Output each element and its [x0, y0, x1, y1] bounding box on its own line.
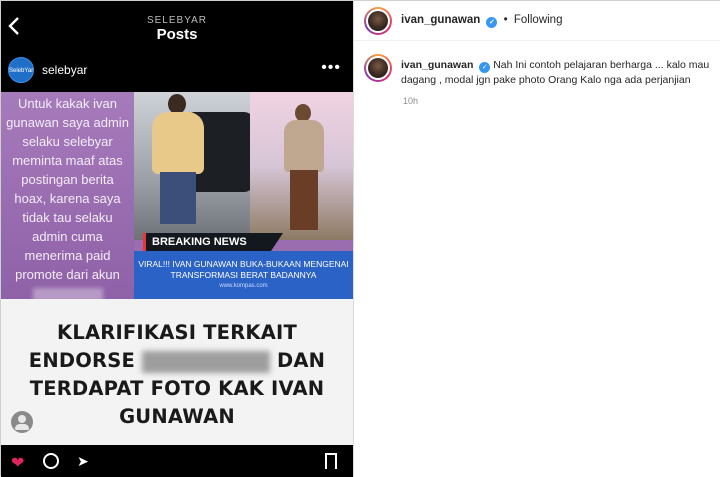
caption: ivan_gunawan ✓ Nah Ini contoh pelajaran … [401, 58, 711, 87]
news-headline: VIRAL!!! IVAN GUNAWAN BUKA-BUKAAN MENGEN… [138, 259, 349, 280]
account-name[interactable]: selebyar [42, 63, 87, 77]
klarifikasi-line-3: TERDAPAT FOTO KAK IVAN [29, 377, 325, 400]
account-avatar[interactable]: SelebYar [8, 57, 34, 83]
post-header: ivan_gunawan ✓ • Following [354, 1, 720, 41]
post-actions-bar: ❤ ➤ [1, 445, 353, 477]
post-account-row: SelebYar selebyar ••• [1, 51, 353, 91]
header-username[interactable]: ivan_gunawan [401, 14, 480, 26]
following-button[interactable]: Following [514, 14, 563, 26]
post-media[interactable]: SELEBYAR Posts SelebYar selebyar ••• Unt… [1, 1, 353, 477]
comment-avatar[interactable] [364, 54, 392, 82]
post-details-panel: ivan_gunawan ✓ • Following ivan_gunawan … [353, 1, 720, 477]
user-tag-icon[interactable] [11, 411, 33, 433]
more-options-icon[interactable]: ••• [321, 59, 341, 77]
caption-username[interactable]: ivan_gunawan [401, 59, 473, 71]
klarifikasi-line-1: KLARIFIKASI TERKAIT [57, 321, 297, 344]
share-icon[interactable]: ➤ [77, 453, 89, 470]
apology-text-content: Untuk kakak ivan gunawan saya admin sela… [6, 96, 129, 282]
heart-icon[interactable]: ❤ [11, 453, 24, 473]
phone-header: SELEBYAR Posts [1, 1, 353, 49]
comment-icon[interactable] [43, 453, 59, 469]
news-photo-right [250, 92, 353, 240]
header-user-line: ivan_gunawan ✓ • Following [401, 14, 562, 28]
news-headline-band: VIRAL!!! IVAN GUNAWAN BUKA-BUKAAN MENGEN… [134, 251, 353, 299]
phone-header-subtitle: SELEBYAR [146, 15, 208, 26]
klarifikasi-line-2a: ENDORSE [28, 349, 135, 372]
klarifikasi-line-2b: DAN [276, 349, 326, 372]
klarifikasi-line-2: ENDORSE DAN [1, 347, 353, 375]
screen: SELEBYAR Posts SelebYar selebyar ••• Unt… [0, 0, 720, 477]
verified-badge-icon: ✓ [486, 17, 498, 28]
person-illustration [150, 94, 206, 234]
breaking-news-tail [271, 233, 283, 251]
breaking-news-label: BREAKING NEWS [143, 233, 271, 251]
post-image-bottom: KLARIFIKASI TERKAIT ENDORSE DAN TERDAPAT… [1, 299, 353, 445]
klarifikasi-heading: KLARIFIKASI TERKAIT ENDORSE DAN TERDAPAT… [1, 319, 353, 431]
separator-dot: • [503, 14, 508, 26]
header-avatar[interactable] [364, 7, 392, 35]
klarifikasi-line-4: GUNAWAN [119, 405, 235, 428]
person-illustration [284, 104, 324, 240]
news-source: www.kompas.com [219, 283, 268, 289]
caption-timestamp[interactable]: 10h [403, 96, 418, 106]
bookmark-icon[interactable] [325, 453, 337, 469]
phone-header-title: Posts [156, 26, 198, 43]
verified-badge-icon: ✓ [479, 62, 491, 73]
apology-text: Untuk kakak ivan gunawan saya admin sela… [1, 92, 134, 302]
news-photo-left [134, 92, 250, 240]
redacted-blur [141, 350, 270, 373]
